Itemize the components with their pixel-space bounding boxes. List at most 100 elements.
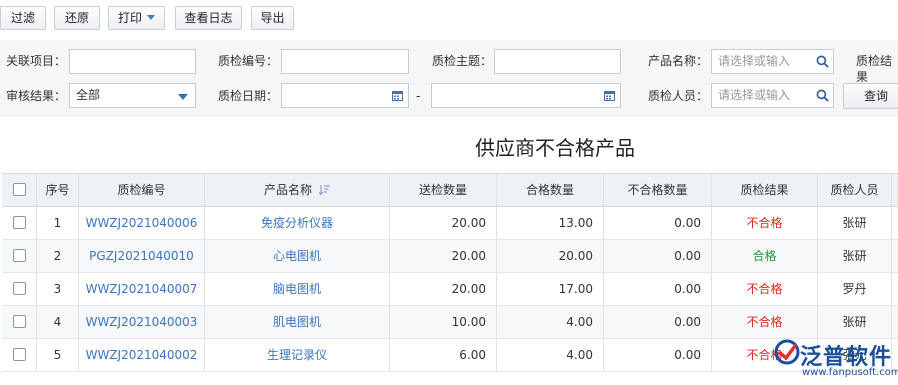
qc-code-link[interactable]: WWZJ2021040007 [79, 273, 205, 305]
inspector-name: 张研 [818, 240, 892, 272]
row-checkbox[interactable] [12, 282, 26, 295]
filter-button[interactable]: 过滤 [0, 6, 46, 30]
col-header[interactable]: 质检编号 [79, 174, 205, 206]
select-all-cell [2, 174, 37, 206]
qualified-qty: 4.00 [497, 339, 604, 371]
query-button[interactable]: 查询 [843, 83, 898, 109]
calendar-icon[interactable] [604, 90, 615, 101]
product-link[interactable]: 肌电图机 [205, 306, 390, 338]
inspector-input[interactable]: 请选择或输入 [711, 83, 834, 108]
qc-no-input[interactable] [281, 49, 409, 74]
product-link[interactable]: 心电图机 [205, 240, 390, 272]
inspector-placeholder: 请选择或输入 [718, 88, 791, 102]
sent-qty: 20.00 [390, 273, 497, 305]
unqualified-qty: 0.00 [604, 339, 712, 371]
sent-qty: 10.00 [390, 306, 497, 338]
row-index: 1 [37, 207, 79, 239]
project-input[interactable] [69, 49, 196, 74]
qc-result: 不合格 [712, 207, 818, 239]
qc-code-link[interactable]: WWZJ2021040003 [79, 306, 205, 338]
date-separator: - [416, 89, 421, 103]
table-row[interactable]: 2 PGZJ2021040010 心电图机 20.00 20.00 0.00 合格 张研 [2, 240, 898, 273]
table-row[interactable]: 5 WWZJ2021040002 生理记录仪 6.00 4.00 0.00 不合格 张元 [2, 339, 898, 372]
col-header-product[interactable]: 产品名称 [205, 174, 390, 206]
qc-result: 不合格 [712, 306, 818, 338]
chevron-down-icon [178, 94, 188, 100]
unqualified-qty: 0.00 [604, 306, 712, 338]
row-checkbox[interactable] [12, 216, 26, 229]
select-all-checkbox[interactable] [12, 183, 26, 196]
review-label: 审核结果： [6, 89, 67, 103]
row-index: 2 [37, 240, 79, 272]
search-icon[interactable] [816, 55, 829, 68]
col-header-label: 产品名称 [263, 183, 312, 197]
search-icon[interactable] [816, 89, 829, 102]
qc-date-end[interactable] [431, 83, 621, 108]
sort-icon[interactable] [319, 185, 330, 195]
inspector-name: 张研 [818, 306, 892, 338]
unqualified-qty: 0.00 [604, 273, 712, 305]
table-header: 序号 质检编号 产品名称 送检数量 合格数量 不合格数量 质检结果 质检人员 [2, 174, 898, 207]
col-header[interactable]: 序号 [37, 174, 79, 206]
qc-date-label: 质检日期： [218, 89, 279, 103]
brand-logo-icon [774, 339, 800, 365]
qualified-qty: 20.00 [497, 240, 604, 272]
view-log-button[interactable]: 查看日志 [175, 6, 242, 30]
data-table: 序号 质检编号 产品名称 送检数量 合格数量 不合格数量 质检结果 质检人员 1… [2, 173, 898, 385]
chevron-down-icon [147, 15, 155, 20]
project-label: 关联项目： [6, 54, 67, 68]
col-header[interactable]: 质检人员 [818, 174, 892, 206]
print-button[interactable]: 打印 [108, 6, 165, 30]
unqualified-qty: 0.00 [604, 240, 712, 272]
qualified-qty: 17.00 [497, 273, 604, 305]
page-title: 供应商不合格产品 [475, 136, 635, 160]
qualified-qty: 4.00 [497, 306, 604, 338]
table-row[interactable]: 3 WWZJ2021040007 脑电图机 20.00 17.00 0.00 不合格 罗丹 [2, 273, 898, 306]
product-link[interactable]: 生理记录仪 [205, 339, 390, 371]
row-checkbox[interactable] [12, 348, 26, 361]
qc-result-label: 质检结果 [856, 54, 893, 84]
row-checkbox[interactable] [12, 249, 26, 262]
review-select[interactable]: 全部 [69, 83, 196, 108]
row-checkbox[interactable] [12, 315, 26, 328]
product-input[interactable]: 请选择或输入 [711, 49, 834, 74]
inspector-label: 质检人员： [648, 89, 709, 103]
col-header[interactable]: 质检结果 [712, 174, 818, 206]
qc-date-start[interactable] [281, 83, 409, 108]
qc-code-link[interactable]: WWZJ2021040002 [79, 339, 205, 371]
restore-button[interactable]: 还原 [54, 6, 100, 30]
row-index: 3 [37, 273, 79, 305]
unqualified-qty: 0.00 [604, 207, 712, 239]
brand-url: www.fanpusoft.com [802, 367, 898, 378]
product-placeholder: 请选择或输入 [718, 54, 791, 68]
table-row[interactable]: 4 WWZJ2021040003 肌电图机 10.00 4.00 0.00 不合格 张研 [2, 306, 898, 339]
inspector-name: 张研 [818, 207, 892, 239]
product-link[interactable]: 脑电图机 [205, 273, 390, 305]
qc-code-link[interactable]: PGZJ2021040010 [79, 240, 205, 272]
sent-qty: 20.00 [390, 240, 497, 272]
row-select-cell [2, 240, 37, 272]
qualified-qty: 13.00 [497, 207, 604, 239]
table-row[interactable]: 1 WWZJ2021040006 免疫分析仪器 20.00 13.00 0.00 不合格 张研 [2, 207, 898, 240]
review-value: 全部 [76, 88, 101, 102]
row-index: 5 [37, 339, 79, 371]
qc-subject-label: 质检主题： [432, 54, 493, 68]
print-label: 打印 [117, 11, 142, 25]
qc-subject-input[interactable] [494, 49, 621, 74]
col-header[interactable]: 送检数量 [390, 174, 497, 206]
qc-result: 合格 [712, 240, 818, 272]
row-select-cell [2, 306, 37, 338]
col-header[interactable]: 合格数量 [497, 174, 604, 206]
product-label: 产品名称： [648, 54, 709, 68]
row-select-cell [2, 339, 37, 371]
export-button[interactable]: 导出 [251, 6, 294, 30]
qc-code-link[interactable]: WWZJ2021040006 [79, 207, 205, 239]
row-index: 4 [37, 306, 79, 338]
col-header[interactable]: 不合格数量 [604, 174, 712, 206]
calendar-icon[interactable] [392, 90, 403, 101]
qc-no-label: 质检编号： [218, 54, 279, 68]
toolbar: 过滤 还原 打印 查看日志 导出 [0, 0, 898, 40]
row-select-cell [2, 207, 37, 239]
sent-qty: 6.00 [390, 339, 497, 371]
product-link[interactable]: 免疫分析仪器 [205, 207, 390, 239]
